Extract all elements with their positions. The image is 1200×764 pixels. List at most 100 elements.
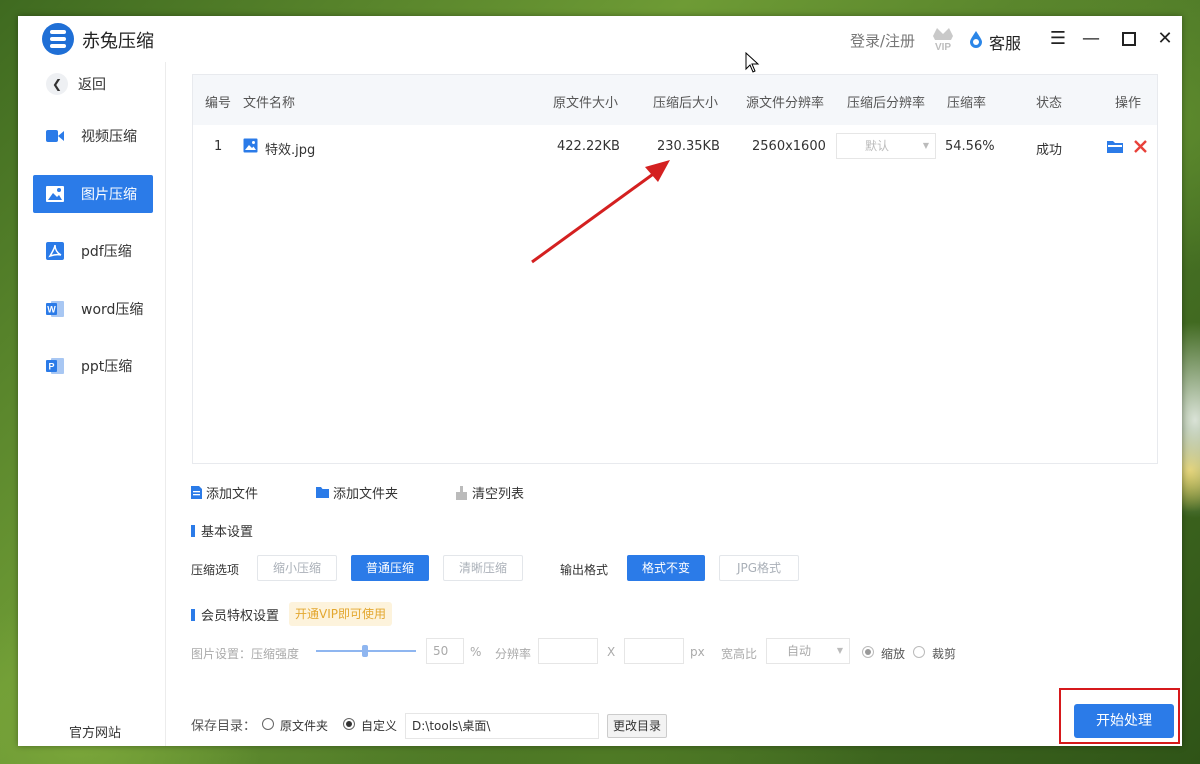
save-path-input[interactable]: D:\tools\桌面\: [405, 713, 599, 739]
resolution-height-input[interactable]: [624, 638, 684, 664]
save-dir-label: 保存目录：: [191, 719, 257, 734]
column-header: 源文件分辨率: [746, 96, 825, 111]
vip-unlock-tag[interactable]: 开通VIP即可使用: [289, 602, 392, 626]
compress-option-shrink[interactable]: 缩小压缩: [257, 555, 337, 581]
resolution-label: 分辨率: [495, 647, 532, 661]
app-window: 赤兔压缩 登录/注册 VIP 客服 ☰ — ✕ ❮ 返回 视频压缩 图片压缩 p…: [18, 16, 1182, 746]
login-register-link[interactable]: 登录/注册: [850, 30, 915, 51]
compress-option-normal[interactable]: 普通压缩: [351, 555, 429, 581]
compress-options-label: 压缩选项: [191, 563, 240, 577]
percent-unit: %: [470, 645, 482, 659]
target-resolution-value: 默认: [865, 139, 890, 153]
add-folder-label: 添加文件夹: [333, 487, 399, 502]
annotation-highlight-box: [1059, 688, 1180, 744]
column-header: 压缩后分辨率: [847, 96, 926, 111]
column-header: 原文件大小: [553, 96, 619, 111]
official-site-link[interactable]: 官方网站: [69, 722, 121, 741]
format-option-keep[interactable]: 格式不变: [627, 555, 705, 581]
add-file-button[interactable]: 添加文件: [191, 483, 258, 502]
original-size: 422.22KB: [557, 139, 620, 154]
minimize-icon[interactable]: —: [1080, 28, 1102, 50]
table-header: 编号 文件名称 原文件大小 压缩后大小 源文件分辨率 压缩后分辨率 压缩率 状态…: [193, 75, 1157, 125]
sidebar-item-label: word压缩: [81, 302, 144, 318]
chevron-down-icon: ▼: [922, 141, 929, 150]
sidebar-item-image[interactable]: 图片压缩: [33, 175, 153, 213]
column-header: 编号: [205, 96, 232, 111]
app-logo-icon: [42, 23, 74, 55]
back-button[interactable]: ❮ 返回: [46, 73, 106, 95]
sidebar-item-word[interactable]: W word压缩: [33, 290, 153, 328]
column-header: 操作: [1115, 96, 1142, 111]
original-folder-label: 原文件夹: [280, 719, 329, 733]
source-resolution: 2560x1600: [752, 139, 826, 154]
sidebar-item-label: 图片压缩: [81, 187, 137, 203]
folder-icon: [316, 487, 329, 498]
image-icon: [46, 186, 64, 202]
px-unit: px: [690, 645, 705, 659]
pdf-icon: [46, 242, 64, 260]
menu-icon[interactable]: ☰: [1047, 28, 1069, 50]
image-file-icon: [243, 138, 258, 153]
format-option-jpg[interactable]: JPG格式: [719, 555, 799, 581]
sidebar-item-ppt[interactable]: P ppt压缩: [33, 347, 153, 385]
custom-folder-label: 自定义: [361, 719, 398, 733]
image-strength-label: 图片设置：压缩强度: [191, 647, 300, 661]
aspect-ratio-label: 宽高比: [721, 647, 758, 661]
original-folder-radio[interactable]: [262, 718, 274, 730]
title-bar: 赤兔压缩 登录/注册 VIP 客服 ☰ — ✕: [18, 16, 1182, 62]
aspect-ratio-select[interactable]: 自动 ▼: [766, 638, 850, 664]
change-dir-button[interactable]: 更改目录: [607, 714, 667, 738]
target-resolution-select[interactable]: 默认 ▼: [836, 133, 936, 159]
strength-input[interactable]: 50: [426, 638, 464, 664]
svg-text:W: W: [47, 305, 56, 315]
vip-label: VIP: [935, 42, 951, 52]
crop-label: 裁剪: [932, 647, 957, 661]
crop-radio[interactable]: [913, 646, 925, 658]
add-file-label: 添加文件: [206, 487, 259, 502]
video-icon: [46, 130, 64, 142]
compressed-size: 230.35KB: [657, 139, 720, 154]
sidebar-item-label: 视频压缩: [81, 129, 137, 145]
row-index: 1: [214, 139, 223, 154]
file-table: 编号 文件名称 原文件大小 压缩后大小 源文件分辨率 压缩后分辨率 压缩率 状态…: [192, 74, 1158, 464]
column-header: 文件名称: [243, 96, 296, 111]
sidebar: ❮ 返回 视频压缩 图片压缩 pdf压缩 W word压缩 P ppt压缩 官方…: [18, 62, 166, 746]
app-title: 赤兔压缩: [82, 31, 154, 52]
basic-settings-title: 基本设置: [191, 521, 253, 540]
add-folder-button[interactable]: 添加文件夹: [316, 483, 398, 502]
word-icon: W: [46, 301, 64, 317]
svg-text:P: P: [48, 362, 54, 372]
scale-radio[interactable]: [862, 646, 874, 658]
back-label: 返回: [78, 77, 106, 93]
service-drop-icon: [970, 31, 982, 48]
clear-list-button[interactable]: 清空列表: [455, 483, 524, 502]
clear-list-label: 清空列表: [472, 487, 525, 502]
column-header: 压缩后大小: [653, 96, 719, 111]
file-name: 特效.jpg: [265, 143, 316, 158]
output-format-label: 输出格式: [560, 563, 609, 577]
status-text: 成功: [1036, 143, 1063, 158]
resolution-width-input[interactable]: [538, 638, 598, 664]
strength-slider-handle[interactable]: [362, 645, 368, 657]
sidebar-item-video[interactable]: 视频压缩: [33, 117, 153, 155]
close-window-icon[interactable]: ✕: [1154, 28, 1176, 50]
aspect-ratio-value: 自动: [787, 644, 812, 658]
scale-label: 缩放: [881, 647, 906, 661]
column-header: 压缩率: [947, 96, 987, 111]
chevron-down-icon: ▼: [836, 646, 843, 655]
resolution-x-label: X: [607, 645, 616, 659]
ppt-icon: P: [46, 358, 64, 374]
compress-option-clear[interactable]: 清晰压缩: [443, 555, 523, 581]
file-icon: [191, 486, 202, 499]
open-folder-icon[interactable]: [1107, 140, 1123, 153]
vip-settings-title: 会员特权设置: [191, 605, 279, 624]
delete-icon[interactable]: [1134, 140, 1147, 153]
vip-crown-icon[interactable]: VIP: [930, 24, 956, 52]
sidebar-item-pdf[interactable]: pdf压缩: [33, 232, 153, 270]
maximize-icon[interactable]: [1118, 28, 1140, 50]
compression-ratio: 54.56%: [945, 139, 995, 154]
broom-icon: [456, 485, 467, 500]
customer-service-link[interactable]: 客服: [989, 30, 1021, 54]
custom-folder-radio[interactable]: [343, 718, 355, 730]
sidebar-item-label: ppt压缩: [81, 359, 133, 375]
